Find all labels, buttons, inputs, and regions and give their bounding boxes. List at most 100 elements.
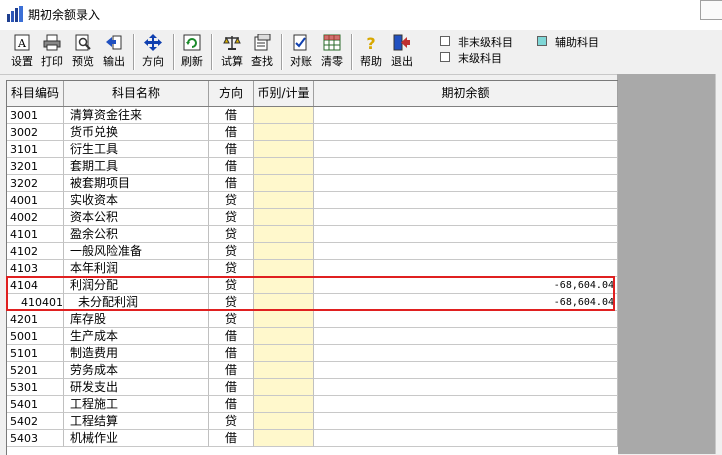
code-cell[interactable]: 4101: [7, 226, 64, 243]
name-cell[interactable]: 库存股: [64, 311, 209, 328]
code-cell[interactable]: 4002: [7, 209, 64, 226]
amount-cell[interactable]: -68,604.04: [314, 277, 618, 294]
table-row[interactable]: 4103 本年利润贷: [7, 260, 618, 277]
currency-cell[interactable]: [254, 260, 314, 277]
direction-cell[interactable]: 借: [209, 158, 254, 175]
name-cell[interactable]: 衍生工具: [64, 141, 209, 158]
direction-cell[interactable]: 借: [209, 107, 254, 124]
name-cell[interactable]: 利润分配: [64, 277, 209, 294]
trial-balance-button[interactable]: 试算: [218, 33, 246, 71]
amount-cell[interactable]: [314, 243, 618, 260]
table-row[interactable]: 3002 货币兑换借: [7, 124, 618, 141]
print-button[interactable]: 打印: [38, 33, 66, 71]
code-cell[interactable]: 4201: [7, 311, 64, 328]
currency-cell[interactable]: [254, 413, 314, 430]
table-row[interactable]: 5101 制造费用借: [7, 345, 618, 362]
table-row[interactable]: 4102 一般风险准备贷: [7, 243, 618, 260]
name-cell[interactable]: 制造费用: [64, 345, 209, 362]
currency-cell[interactable]: [254, 141, 314, 158]
amount-cell[interactable]: [314, 209, 618, 226]
table-row[interactable]: 4201 库存股贷: [7, 311, 618, 328]
code-cell[interactable]: 5101: [7, 345, 64, 362]
currency-cell[interactable]: [254, 311, 314, 328]
table-row[interactable]: 3202 被套期项目借: [7, 175, 618, 192]
code-cell[interactable]: 3002: [7, 124, 64, 141]
currency-cell[interactable]: [254, 107, 314, 124]
amount-cell[interactable]: [314, 226, 618, 243]
currency-cell[interactable]: [254, 379, 314, 396]
currency-cell[interactable]: [254, 345, 314, 362]
table-row[interactable]: 5001 生产成本借: [7, 328, 618, 345]
currency-cell[interactable]: [254, 243, 314, 260]
direction-cell[interactable]: 贷: [209, 243, 254, 260]
code-cell[interactable]: 4001: [7, 192, 64, 209]
currency-cell[interactable]: [254, 226, 314, 243]
code-cell[interactable]: 3202: [7, 175, 64, 192]
currency-cell[interactable]: [254, 362, 314, 379]
amount-cell[interactable]: -68,604.04: [314, 294, 618, 311]
direction-cell[interactable]: 贷: [209, 192, 254, 209]
reconcile-button[interactable]: 对账: [287, 33, 315, 71]
table-row[interactable]: 4001 实收资本贷: [7, 192, 618, 209]
amount-cell[interactable]: [314, 430, 618, 447]
help-button[interactable]: ? 帮助: [357, 33, 385, 71]
name-cell[interactable]: 机械作业: [64, 430, 209, 447]
amount-cell[interactable]: [314, 158, 618, 175]
table-row[interactable]: 5401 工程施工借: [7, 396, 618, 413]
table-row[interactable]: 4104 利润分配贷 -68,604.04: [7, 277, 618, 294]
amount-cell[interactable]: [314, 362, 618, 379]
name-cell[interactable]: 盈余公积: [64, 226, 209, 243]
amount-cell[interactable]: [314, 175, 618, 192]
code-cell[interactable]: 4104: [7, 277, 64, 294]
header-amount[interactable]: 期初余额: [314, 81, 618, 106]
table-row[interactable]: 4002 资本公积贷: [7, 209, 618, 226]
code-cell[interactable]: 5403: [7, 430, 64, 447]
name-cell[interactable]: 未分配利润: [64, 294, 209, 311]
name-cell[interactable]: 本年利润: [64, 260, 209, 277]
direction-cell[interactable]: 贷: [209, 260, 254, 277]
amount-cell[interactable]: [314, 141, 618, 158]
currency-cell[interactable]: [254, 430, 314, 447]
currency-cell[interactable]: [254, 175, 314, 192]
direction-cell[interactable]: 借: [209, 379, 254, 396]
window-close-button[interactable]: [700, 0, 722, 20]
name-cell[interactable]: 实收资本: [64, 192, 209, 209]
direction-cell[interactable]: 借: [209, 124, 254, 141]
code-cell[interactable]: 5201: [7, 362, 64, 379]
direction-cell[interactable]: 贷: [209, 294, 254, 311]
name-cell[interactable]: 货币兑换: [64, 124, 209, 141]
find-button[interactable]: 查找: [248, 33, 276, 71]
currency-cell[interactable]: [254, 124, 314, 141]
name-cell[interactable]: 套期工具: [64, 158, 209, 175]
code-cell[interactable]: 5401: [7, 396, 64, 413]
direction-cell[interactable]: 借: [209, 345, 254, 362]
direction-cell[interactable]: 借: [209, 362, 254, 379]
table-row[interactable]: 410401 未分配利润贷 -68,604.04: [7, 294, 618, 311]
direction-button[interactable]: 方向: [139, 33, 167, 71]
vertical-scrollbar[interactable]: [715, 74, 722, 454]
table-row[interactable]: 5301 研发支出借: [7, 379, 618, 396]
exit-button[interactable]: 退出: [388, 33, 416, 71]
table-row[interactable]: 3201 套期工具借: [7, 158, 618, 175]
table-row[interactable]: 5201 劳务成本借: [7, 362, 618, 379]
header-direction[interactable]: 方向: [209, 81, 254, 106]
clear-zero-button[interactable]: 清零: [318, 33, 346, 71]
direction-cell[interactable]: 贷: [209, 413, 254, 430]
header-name[interactable]: 科目名称: [64, 81, 209, 106]
direction-cell[interactable]: 借: [209, 430, 254, 447]
currency-cell[interactable]: [254, 328, 314, 345]
amount-cell[interactable]: [314, 107, 618, 124]
name-cell[interactable]: 一般风险准备: [64, 243, 209, 260]
direction-cell[interactable]: 贷: [209, 277, 254, 294]
amount-cell[interactable]: [314, 192, 618, 209]
refresh-button[interactable]: 刷新: [178, 33, 206, 71]
amount-cell[interactable]: [314, 311, 618, 328]
header-currency[interactable]: 币别/计量: [254, 81, 314, 106]
currency-cell[interactable]: [254, 277, 314, 294]
header-code[interactable]: 科目编码: [7, 81, 64, 106]
direction-cell[interactable]: 借: [209, 175, 254, 192]
name-cell[interactable]: 被套期项目: [64, 175, 209, 192]
preview-button[interactable]: 预览: [69, 33, 97, 71]
code-cell[interactable]: 5001: [7, 328, 64, 345]
code-cell[interactable]: 5301: [7, 379, 64, 396]
